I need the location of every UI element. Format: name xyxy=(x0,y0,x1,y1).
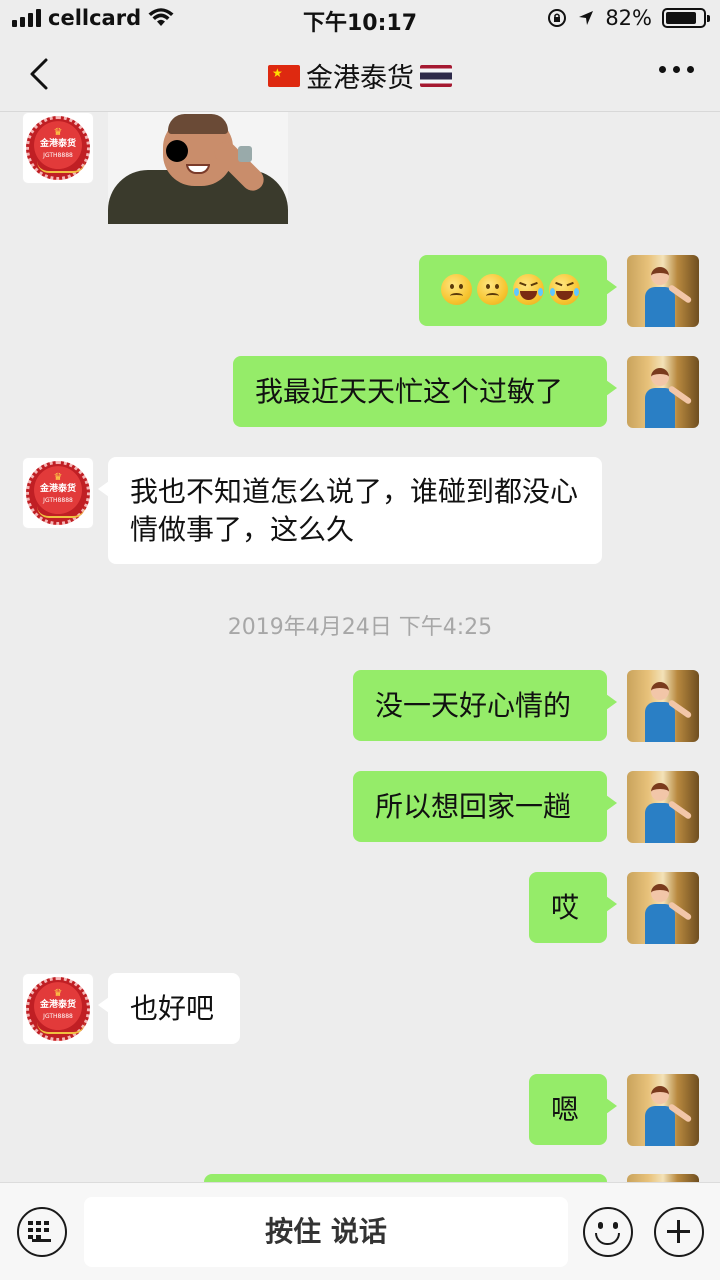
message-bubble-out[interactable]: 我最近天天忙这个过敏了 xyxy=(233,356,617,427)
frown-emoji-icon xyxy=(477,274,508,305)
chat-title[interactable]: ★ 金港泰货 xyxy=(0,56,720,95)
add-more-button[interactable] xyxy=(654,1207,704,1257)
message-bubble-out[interactable]: 没一天好心情的 xyxy=(353,670,617,741)
chat-title-text: 金港泰货 xyxy=(306,63,414,94)
more-dot-icon xyxy=(659,66,666,73)
more-options-button[interactable] xyxy=(659,66,694,73)
input-bar: 按住 说话 xyxy=(0,1182,720,1280)
frown-emoji-icon xyxy=(441,274,472,305)
nav-bar: ★ 金港泰货 xyxy=(0,36,720,112)
more-dot-icon xyxy=(687,66,694,73)
laugh-tears-emoji-icon xyxy=(513,274,544,305)
emoji-button[interactable] xyxy=(583,1207,633,1257)
my-avatar[interactable] xyxy=(627,670,699,742)
message-bubble-out[interactable]: 哎 xyxy=(529,872,617,943)
my-avatar[interactable] xyxy=(627,255,699,327)
china-flag-icon: ★ xyxy=(268,64,300,87)
status-right: 82% xyxy=(547,6,710,30)
battery-percent: 82% xyxy=(605,6,652,30)
laugh-tears-emoji-icon xyxy=(549,274,580,305)
shop-seal-logo: ♛ 金港泰货 JGTH8888 xyxy=(26,461,90,525)
keyboard-toggle-button[interactable] xyxy=(17,1207,67,1257)
status-bar: cellcard 下午10:17 82% xyxy=(0,0,720,36)
orientation-lock-icon xyxy=(548,9,567,27)
shop-avatar[interactable]: ♛ 金港泰货 JGTH8888 xyxy=(22,112,94,184)
message-bubble-out[interactable] xyxy=(419,255,617,326)
thailand-flag-icon xyxy=(420,64,452,87)
message-bubble-in[interactable]: 也好吧 xyxy=(98,973,240,1044)
message-bubble-out[interactable]: 所以想回家一趟 xyxy=(353,771,617,842)
shop-avatar[interactable]: ♛ 金港泰货 JGTH8888 xyxy=(22,457,94,529)
message-timestamp: 2019年4月24日 下午4:25 xyxy=(227,615,493,640)
message-bubble-out-partial[interactable] xyxy=(204,1174,607,1182)
keyboard-icon xyxy=(28,1221,55,1239)
my-avatar[interactable] xyxy=(627,356,699,428)
battery-level xyxy=(666,12,696,24)
battery-icon xyxy=(662,8,710,28)
my-avatar[interactable] xyxy=(627,771,699,843)
message-bubble-out[interactable]: 嗯 xyxy=(529,1074,617,1145)
chat-messages[interactable]: ♛ 金港泰货 JGTH8888 我最近天天忙这个过敏了 ♛ 金港泰货 JGTH8… xyxy=(0,112,720,1182)
message-bubble-in[interactable]: 我也不知道怎么说了，谁碰到都没心情做事了，这么久 xyxy=(98,457,602,564)
smiley-icon xyxy=(598,1222,603,1229)
my-avatar[interactable] xyxy=(627,1074,699,1146)
my-avatar[interactable] xyxy=(627,872,699,944)
location-icon xyxy=(579,11,594,25)
my-avatar[interactable] xyxy=(627,1174,699,1182)
hold-to-talk-button[interactable]: 按住 说话 xyxy=(84,1197,568,1267)
shop-seal-logo: ♛ 金港泰货 JGTH8888 xyxy=(26,116,90,180)
sticker-image[interactable] xyxy=(108,112,288,224)
shop-avatar[interactable]: ♛ 金港泰货 JGTH8888 xyxy=(22,973,94,1045)
more-dot-icon xyxy=(673,66,680,73)
shop-seal-logo: ♛ 金港泰货 JGTH8888 xyxy=(26,977,90,1041)
